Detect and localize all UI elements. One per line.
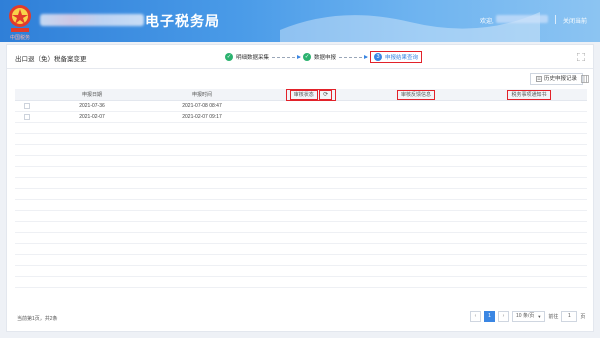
step-number-badge: 3 — [374, 53, 383, 61]
emblem-caption: 中国税务 — [9, 35, 30, 41]
history-button-label: 历史申报记录 — [544, 76, 578, 82]
step-label: 申报结果查询 — [385, 55, 419, 61]
step-label: 明细数据采集 — [236, 55, 270, 61]
chevron-down-icon: ▼ — [537, 314, 542, 319]
table-row[interactable]: 2021-07-36 2021-07-08 08:47 — [15, 101, 587, 112]
goto-page-input[interactable]: 1 — [561, 311, 578, 322]
empty-table-row — [15, 244, 587, 255]
table-row[interactable]: 2021-02-07 2021-02-07 09:17 — [15, 112, 587, 123]
empty-table-row — [15, 134, 587, 145]
feedback-header-label: 审核反馈信息 — [396, 90, 435, 100]
cell-time: 2021-02-07 09:17 — [182, 114, 222, 120]
fullscreen-icon[interactable] — [577, 53, 585, 61]
step-connector — [339, 54, 369, 59]
redacted-user-name — [496, 15, 548, 23]
app-header: 中国税务 电子税务局 欢迎, 关闭当前 — [0, 0, 600, 42]
page-title: 出口退（免）税备案变更 — [15, 56, 87, 63]
prev-page-button[interactable]: ‹ — [470, 311, 481, 322]
check-icon: ✓ — [225, 53, 233, 61]
empty-table-row — [15, 233, 587, 244]
column-header-status: 审核状态 ⟳ — [261, 89, 361, 101]
select-column-header — [15, 89, 41, 101]
history-records-button[interactable]: 历史申报记录 — [530, 73, 584, 85]
column-settings-icon[interactable] — [581, 75, 589, 83]
row-checkbox[interactable] — [24, 103, 30, 109]
empty-table-row — [15, 189, 587, 200]
goto-label: 前往 — [548, 314, 559, 320]
empty-table-row — [15, 123, 587, 134]
main-card: 出口退（免）税备案变更 ✓ 明细数据采集 ✓ 数据申报 3 申报结果查询 历史申… — [6, 44, 594, 332]
page-size-select[interactable]: 10 条/页 ▼ — [512, 311, 546, 322]
column-header-time: 申报时间 — [191, 92, 212, 98]
cell-date: 2021-07-36 — [79, 103, 105, 109]
empty-table-row — [15, 266, 587, 277]
close-current-link[interactable]: 关闭当前 — [563, 16, 587, 25]
refresh-icon[interactable]: ⟳ — [319, 90, 333, 100]
step-indicator: ✓ 明细数据采集 ✓ 数据申报 3 申报结果查询 — [225, 50, 423, 64]
document-icon — [536, 76, 542, 82]
cell-date: 2021-02-07 — [79, 114, 105, 120]
step-label: 数据申报 — [314, 55, 337, 61]
page-size-value: 10 条/页 — [516, 313, 535, 319]
notice-header-label: 税务事项通知书 — [507, 90, 551, 100]
empty-table-row — [15, 156, 587, 167]
step-connector — [272, 54, 302, 59]
step-data-submission[interactable]: ✓ 数据申报 — [303, 53, 336, 61]
column-header-date: 申报日期 — [81, 92, 102, 98]
cell-status — [261, 101, 361, 112]
empty-table-row — [15, 255, 587, 266]
empty-table-row — [15, 200, 587, 211]
empty-table-row — [15, 211, 587, 222]
status-header-label: 审核状态 — [289, 90, 318, 100]
page-suffix: 页 — [580, 314, 586, 320]
empty-table-row — [15, 178, 587, 189]
header-divider — [555, 15, 556, 24]
page-number-button[interactable]: 1 — [484, 311, 495, 322]
column-header-notice: 税务事项通知书 — [471, 89, 587, 101]
cell-feedback — [361, 112, 471, 123]
empty-table-row — [15, 277, 587, 288]
pagination-summary: 当前第1页，共2条 — [17, 316, 58, 322]
table-header: 申报日期 申报时间 审核状态 ⟳ 审核反馈信息 税务事项通知书 — [15, 89, 587, 101]
tax-emblem-icon — [9, 5, 31, 32]
step-result-query[interactable]: 3 申报结果查询 — [370, 51, 423, 63]
column-header-feedback: 审核反馈信息 — [361, 89, 471, 101]
cell-time: 2021-07-08 08:47 — [182, 103, 222, 109]
greeting-text: 欢迎, — [480, 19, 494, 25]
cell-feedback — [361, 101, 471, 112]
pagination: ‹ 1 › 10 条/页 ▼ 前往 1 页 — [470, 311, 585, 322]
empty-rows — [15, 123, 587, 288]
app-title: 电子税务局 — [145, 13, 220, 29]
page-topbar: 出口退（免）税备案变更 ✓ 明细数据采集 ✓ 数据申报 3 申报结果查询 — [7, 45, 593, 69]
empty-table-row — [15, 145, 587, 156]
cell-status — [261, 112, 361, 123]
cell-notice — [471, 101, 587, 112]
step-data-collection[interactable]: ✓ 明细数据采集 — [225, 53, 269, 61]
check-icon: ✓ — [303, 53, 312, 61]
empty-table-row — [15, 222, 587, 233]
next-page-button[interactable]: › — [498, 311, 509, 322]
redacted-region-name — [40, 14, 144, 26]
cell-notice — [471, 112, 587, 123]
row-checkbox[interactable] — [24, 114, 30, 120]
results-table: 申报日期 申报时间 审核状态 ⟳ 审核反馈信息 税务事项通知书 2021-07-… — [15, 89, 587, 288]
empty-table-row — [15, 167, 587, 178]
